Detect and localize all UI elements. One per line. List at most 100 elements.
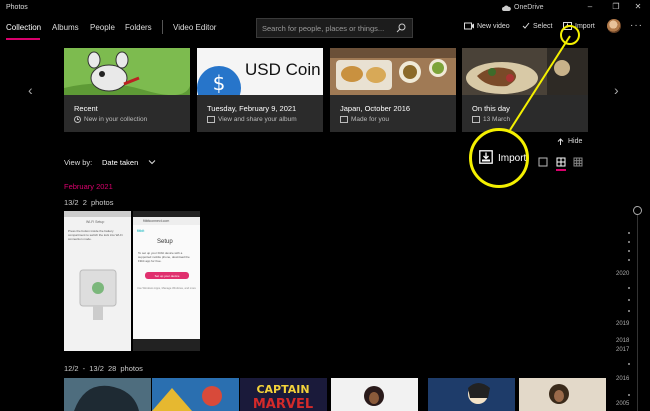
import-callout: Import (469, 128, 529, 188)
group-header: 12/2 - 13/2 28 photos (64, 364, 143, 373)
photo-tile[interactable] (64, 378, 151, 411)
group-header: 13/2 2 photos (64, 198, 113, 207)
group-count: 28 photos (107, 364, 143, 373)
browser-nav-bar (133, 339, 200, 351)
screenshot-brand: fitbit (137, 228, 145, 233)
group-date: 12/2 - 13/2 (64, 364, 104, 373)
search-box[interactable]: Search for people, places or things... (256, 18, 413, 38)
card-title: Tuesday, February 9, 2021 (207, 104, 297, 113)
timeline-year[interactable]: 2019 (616, 321, 629, 327)
hide-label: Hide (568, 138, 583, 145)
new-video-button[interactable]: New video (464, 22, 510, 30)
top-nav: Collection Albums People Folders Video E… (0, 16, 650, 42)
card-image (64, 48, 190, 95)
card-subtitle-text: 13 March (483, 116, 511, 123)
active-tab-indicator (6, 38, 40, 40)
screenshot-link: Use Windows Apps, Manage Windows, and mo… (137, 287, 196, 290)
photo-tile[interactable]: CAPTAIN MARVEL (240, 378, 327, 411)
timeline-dot (628, 287, 630, 289)
import-icon (479, 150, 493, 164)
card-title: Japan, October 2016 (340, 104, 411, 113)
tab-video-editor[interactable]: Video Editor (173, 23, 216, 32)
photo-tile[interactable] (331, 378, 418, 411)
screenshot-url: fitbitconnect.com (143, 219, 170, 223)
card-title: On this day (472, 104, 510, 113)
tab-people[interactable]: People (90, 23, 115, 32)
photo-tile[interactable] (152, 378, 239, 411)
card-image (462, 48, 588, 95)
medium-view-icon[interactable] (556, 157, 566, 167)
app-title: Photos (6, 4, 28, 11)
timeline-dot (628, 241, 630, 243)
timeline-dot (628, 259, 630, 261)
search-input[interactable]: Search for people, places or things... (262, 24, 384, 33)
import-icon (563, 22, 572, 30)
onedrive-status[interactable]: OneDrive (502, 4, 544, 11)
memory-card-japan[interactable]: Japan, October 2016 Made for you (330, 48, 456, 132)
svg-text:CAPTAIN: CAPTAIN (256, 383, 309, 396)
screenshot-header: Wi-Fi Setup (86, 220, 105, 224)
memory-card-on-this-day[interactable]: On this day 13 March (462, 48, 588, 132)
carousel-prev-icon[interactable]: ‹ (28, 82, 33, 98)
import-label: Import (575, 22, 595, 30)
view-by-value: Date taken (102, 158, 139, 167)
carousel-next-icon[interactable]: › (614, 82, 619, 98)
select-button[interactable]: Select (522, 22, 552, 30)
card-subtitle: Made for you (340, 116, 389, 123)
card-image-text: USD Coin (245, 60, 321, 79)
album-icon (207, 116, 215, 123)
tab-collection[interactable]: Collection (6, 23, 41, 32)
timeline-dot (628, 363, 630, 365)
title-bar: Photos OneDrive – ❐ ✕ (0, 0, 650, 16)
video-icon (464, 22, 474, 30)
url-bar: fitbitconnect.com (133, 217, 200, 225)
card-title: Recent (74, 104, 98, 113)
timeline-year[interactable]: 2018 (616, 338, 629, 344)
small-view-icon[interactable] (573, 157, 583, 167)
timeline-year[interactable]: 2005 (616, 401, 629, 407)
card-image (330, 48, 456, 95)
timeline-track[interactable] (637, 212, 638, 411)
nav-divider (162, 20, 163, 34)
onedrive-label: OneDrive (514, 4, 544, 11)
photo-tile[interactable] (428, 378, 515, 411)
screenshot-body: To set up your Fitbit device with a supp… (138, 251, 190, 263)
import-button[interactable]: Import (563, 22, 595, 30)
timeline-year[interactable]: 2017 (616, 347, 629, 353)
album-icon (472, 116, 480, 123)
view-by-dropdown[interactable]: Date taken (102, 158, 156, 167)
view-by-label: View by: (64, 158, 93, 167)
timeline-handle[interactable] (633, 206, 642, 215)
svg-text:MARVEL: MARVEL (253, 397, 313, 411)
card-subtitle-text: View and share your album (218, 116, 297, 123)
memory-card-recent[interactable]: Recent New in your collection (64, 48, 190, 132)
minimize-icon[interactable]: – (583, 2, 597, 11)
select-label: Select (533, 22, 553, 30)
photo-tile[interactable]: Wi-Fi Setup Press the button inside the … (64, 211, 131, 351)
tab-folders[interactable]: Folders (125, 23, 152, 32)
timeline-year[interactable]: 2020 (616, 271, 629, 277)
photo-tile[interactable] (519, 378, 606, 411)
tab-albums[interactable]: Albums (52, 23, 79, 32)
timeline-year[interactable]: 2016 (616, 376, 629, 382)
photo-tile[interactable]: fitbitconnect.com fitbit Setup To set up… (133, 211, 200, 351)
timeline-dot (628, 250, 630, 252)
card-subtitle-text: Made for you (351, 116, 389, 123)
arrow-up-icon (557, 138, 564, 145)
more-options-icon[interactable]: ··· (630, 20, 643, 31)
svg-text:$: $ (213, 71, 226, 95)
maximize-icon[interactable]: ❐ (609, 2, 623, 11)
search-icon[interactable] (396, 23, 406, 33)
clock-icon (74, 116, 81, 123)
group-count: 2 photos (82, 198, 114, 207)
large-view-icon[interactable] (538, 157, 548, 167)
active-view-indicator (556, 169, 566, 171)
memory-card-album[interactable]: $ USD Coin Tuesday, February 9, 2021 Vie… (197, 48, 323, 132)
avatar[interactable] (607, 19, 621, 33)
hide-button[interactable]: Hide (557, 138, 582, 145)
chevron-down-icon (148, 160, 156, 165)
select-icon (522, 22, 530, 29)
close-icon[interactable]: ✕ (631, 2, 645, 11)
cloud-icon (502, 4, 511, 11)
screenshot-heading: Setup (157, 239, 173, 245)
